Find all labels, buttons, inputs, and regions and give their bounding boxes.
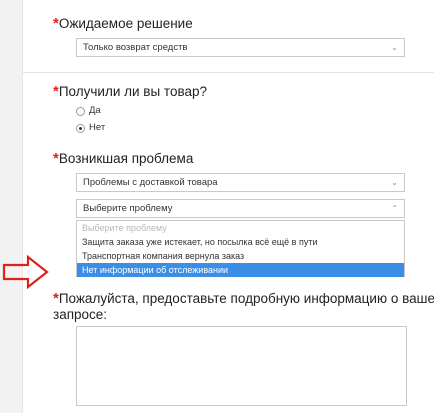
details-label-line2: запросе: bbox=[53, 307, 108, 322]
dropdown-option-highlighted[interactable]: Нет информации об отслеживании bbox=[77, 263, 404, 277]
radio-no-circle[interactable] bbox=[76, 123, 85, 133]
problem-category-value: Проблемы с доставкой товара bbox=[83, 177, 218, 188]
right-arrow-icon bbox=[2, 255, 49, 289]
radio-no-label: Нет bbox=[89, 122, 106, 133]
details-label-line1: Пожалуйста, предоставьте подробную инфор… bbox=[58, 291, 434, 306]
problem-label: Возникшая проблема bbox=[58, 151, 194, 166]
chevron-up-icon: ⌃ bbox=[391, 204, 398, 213]
radio-yes[interactable]: Да bbox=[76, 105, 101, 117]
problem-heading: *Возникшая проблема bbox=[53, 151, 193, 167]
dropdown-option[interactable]: Защита заказа уже истекает, но посылка в… bbox=[77, 235, 404, 249]
problem-dropdown-list: Выберите проблему Защита заказа уже исте… bbox=[76, 220, 405, 277]
expected-solution-label: Ожидаемое решение bbox=[58, 16, 193, 31]
expected-solution-value: Только возврат средств bbox=[83, 42, 188, 53]
radio-yes-label: Да bbox=[89, 105, 101, 116]
problem-category-select[interactable]: Проблемы с доставкой товара ⌄ bbox=[76, 173, 405, 192]
expected-solution-heading: *Ожидаемое решение bbox=[53, 16, 193, 32]
received-item-heading: *Получили ли вы товар? bbox=[53, 84, 207, 100]
form-panel: *Ожидаемое решение Только возврат средст… bbox=[22, 0, 434, 413]
chevron-down-icon: ⌄ bbox=[391, 178, 398, 187]
radio-yes-circle[interactable] bbox=[76, 106, 85, 116]
dropdown-option[interactable]: Транспортная компания вернула заказ bbox=[77, 249, 404, 263]
section-divider bbox=[23, 72, 434, 73]
expected-solution-select[interactable]: Только возврат средств ⌄ bbox=[76, 38, 405, 57]
problem-select-value: Выберите проблему bbox=[83, 203, 173, 214]
details-heading: *Пожалуйста, предоставьте подробную инфо… bbox=[53, 291, 434, 307]
cropped-text bbox=[53, 406, 113, 413]
details-heading-line2: запросе: bbox=[53, 307, 107, 323]
details-textarea[interactable] bbox=[76, 326, 407, 406]
chevron-down-icon: ⌄ bbox=[391, 43, 398, 52]
problem-select[interactable]: Выберите проблему ⌃ bbox=[76, 199, 405, 218]
dropdown-option: Выберите проблему bbox=[82, 223, 167, 233]
radio-no[interactable]: Нет bbox=[76, 122, 105, 134]
received-item-label: Получили ли вы товар? bbox=[58, 84, 208, 99]
